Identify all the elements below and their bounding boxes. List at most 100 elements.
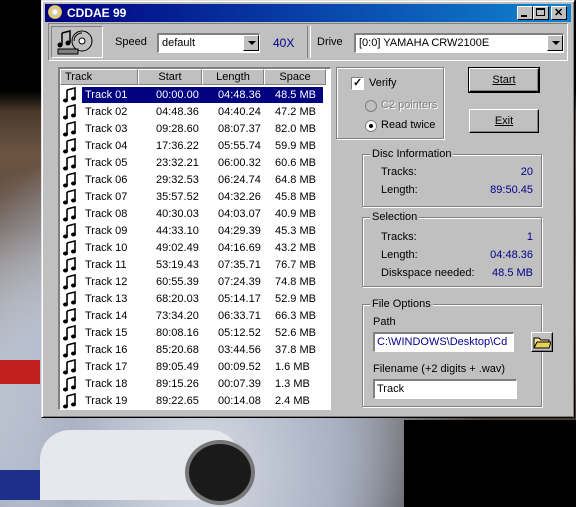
read-twice-radio[interactable]	[365, 120, 377, 132]
cell-space: 47.2 MB	[275, 106, 316, 118]
cell-track: Track 05	[85, 157, 128, 169]
browse-folder-button[interactable]	[531, 332, 553, 352]
table-row[interactable]: Track 09 44:33.10 04:29.39 45.3 MB	[60, 223, 330, 240]
app-logo	[51, 26, 103, 58]
table-row[interactable]: Track 12 60:55.39 07:24.39 74.8 MB	[60, 274, 330, 291]
folder-icon	[533, 337, 552, 349]
music-note-icon	[63, 172, 76, 188]
start-button-label: Start	[492, 74, 516, 86]
checkmark-icon: ✓	[353, 77, 363, 89]
track-list[interactable]: Track Start Length Space Track 01 00:00.0…	[58, 67, 331, 410]
cell-track: Track 16	[85, 344, 128, 356]
chevron-down-icon[interactable]	[243, 35, 259, 51]
drive-select[interactable]: [0:0] YAMAHA CRW2100E	[354, 33, 564, 53]
c2-pointers-label[interactable]: C2 pointers	[381, 99, 437, 111]
table-row[interactable]: Track 16 85:20.68 03:44.56 37.8 MB	[60, 342, 330, 359]
cell-track: Track 10	[85, 242, 128, 254]
table-row[interactable]: Track 05 23:32.21 06:00.32 60.6 MB	[60, 155, 330, 172]
start-button[interactable]: Start	[468, 67, 540, 93]
cell-track: Track 11	[85, 259, 127, 271]
chevron-down-icon[interactable]	[547, 35, 563, 51]
cell-length: 06:00.32	[218, 157, 261, 169]
table-row[interactable]: Track 02 04:48.36 04:40.24 47.2 MB	[60, 104, 330, 121]
selection-tracks-value: 1	[526, 231, 533, 243]
table-row[interactable]: Track 15 80:08.16 05:12.52 52.6 MB	[60, 325, 330, 342]
music-note-icon	[63, 206, 76, 222]
table-row[interactable]: Track 06 29:32.53 06:24.74 64.8 MB	[60, 172, 330, 189]
close-button[interactable]: ✕	[551, 6, 567, 20]
exit-button-label: Exit	[494, 115, 514, 127]
column-header-space[interactable]: Space	[264, 69, 326, 85]
cell-start: 00:00.00	[156, 89, 199, 101]
cell-space: 52.9 MB	[275, 293, 316, 305]
verify-checkbox[interactable]: ✓	[351, 77, 364, 90]
music-note-icon	[63, 359, 76, 375]
table-row[interactable]: Track 14 73:34.20 06:33.71 66.3 MB	[60, 308, 330, 325]
selection-group: Selection Tracks: 1 Length: 04:48.36 Dis…	[362, 211, 542, 287]
table-row[interactable]: Track 19 89:22.65 00:14.08 2.4 MB	[60, 393, 330, 409]
table-row[interactable]: Track 07 35:57.52 04:32.26 45.8 MB	[60, 189, 330, 206]
table-row[interactable]: Track 01 00:00.00 04:48.36 48.5 MB	[60, 87, 330, 104]
filename-field[interactable]: Track	[373, 379, 517, 399]
window-title: CDDAE 99	[67, 6, 127, 20]
table-row[interactable]: Track 11 53:19.43 07:35.71 76.7 MB	[60, 257, 330, 274]
table-row[interactable]: Track 13 68:20.03 05:14.17 52.9 MB	[60, 291, 330, 308]
drive-label: Drive	[317, 36, 343, 48]
music-note-icon	[63, 240, 76, 256]
disc-info-group: Disc Information Tracks: 20 Length: 89:5…	[362, 148, 542, 207]
table-row[interactable]: Track 08 40:30.03 04:03.07 40.9 MB	[60, 206, 330, 223]
speed-readout: 40X	[273, 36, 295, 50]
cell-space: 76.7 MB	[275, 259, 316, 271]
cell-space: 59.9 MB	[275, 140, 316, 152]
cell-space: 1.6 MB	[275, 361, 310, 373]
cell-length: 00:07.39	[218, 378, 261, 390]
maximize-button[interactable]	[533, 6, 549, 20]
verify-options-group: ✓ Verify C2 pointers Read twice	[336, 67, 444, 139]
music-note-icon	[63, 155, 76, 171]
cell-space: 66.3 MB	[275, 310, 316, 322]
cell-space: 40.9 MB	[275, 208, 316, 220]
column-header-length[interactable]: Length	[202, 69, 264, 85]
table-row[interactable]: Track 18 89:15.26 00:07.39 1.3 MB	[60, 376, 330, 393]
cell-length: 05:55.74	[218, 140, 261, 152]
column-header-track[interactable]: Track	[60, 69, 138, 85]
disc-length-value: 89:50.45	[490, 184, 533, 196]
speed-select[interactable]: default	[157, 33, 260, 53]
cell-track: Track 13	[85, 293, 128, 305]
wallpaper-car-detail	[0, 360, 40, 384]
cell-length: 04:32.26	[218, 191, 261, 203]
path-field-value: C:\WINDOWS\Desktop\Cd	[377, 336, 508, 348]
table-row[interactable]: Track 04 17:36.22 05:55.74 59.9 MB	[60, 138, 330, 155]
cell-start: 73:34.20	[156, 310, 199, 322]
read-twice-label[interactable]: Read twice	[381, 119, 435, 131]
filename-label: Filename (+2 digits + .wav)	[373, 363, 506, 375]
music-note-icon	[63, 393, 76, 409]
wallpaper-dark-region	[404, 420, 576, 507]
music-note-icon	[63, 342, 76, 358]
cell-track: Track 09	[85, 225, 128, 237]
path-field[interactable]: C:\WINDOWS\Desktop\Cd	[373, 332, 514, 352]
cell-length: 04:48.36	[218, 89, 261, 101]
cd-app-icon[interactable]	[48, 5, 62, 19]
cell-track: Track 18	[85, 378, 128, 390]
cell-space: 64.8 MB	[275, 174, 316, 186]
cell-length: 05:14.17	[218, 293, 261, 305]
cell-space: 45.8 MB	[275, 191, 316, 203]
cell-start: 89:15.26	[156, 378, 199, 390]
column-header-start[interactable]: Start	[138, 69, 202, 85]
table-row[interactable]: Track 10 49:02.49 04:16.69 43.2 MB	[60, 240, 330, 257]
c2-pointers-radio[interactable]	[365, 100, 377, 112]
cell-space: 2.4 MB	[275, 395, 310, 407]
exit-button[interactable]: Exit	[469, 109, 539, 133]
verify-label[interactable]: Verify	[369, 77, 397, 89]
table-row[interactable]: Track 03 09:28.60 08:07.37 82.0 MB	[60, 121, 330, 138]
minimize-button[interactable]	[517, 6, 533, 20]
music-note-icon	[63, 325, 76, 341]
diskspace-needed-label: Diskspace needed:	[381, 267, 475, 279]
title-bar[interactable]: CDDAE 99 ✕	[45, 4, 571, 22]
cell-start: 40:30.03	[156, 208, 199, 220]
cell-length: 06:33.71	[218, 310, 261, 322]
table-row[interactable]: Track 17 89:05.49 00:09.52 1.6 MB	[60, 359, 330, 376]
selection-heading: Selection	[370, 211, 420, 223]
music-note-icon	[63, 87, 76, 103]
